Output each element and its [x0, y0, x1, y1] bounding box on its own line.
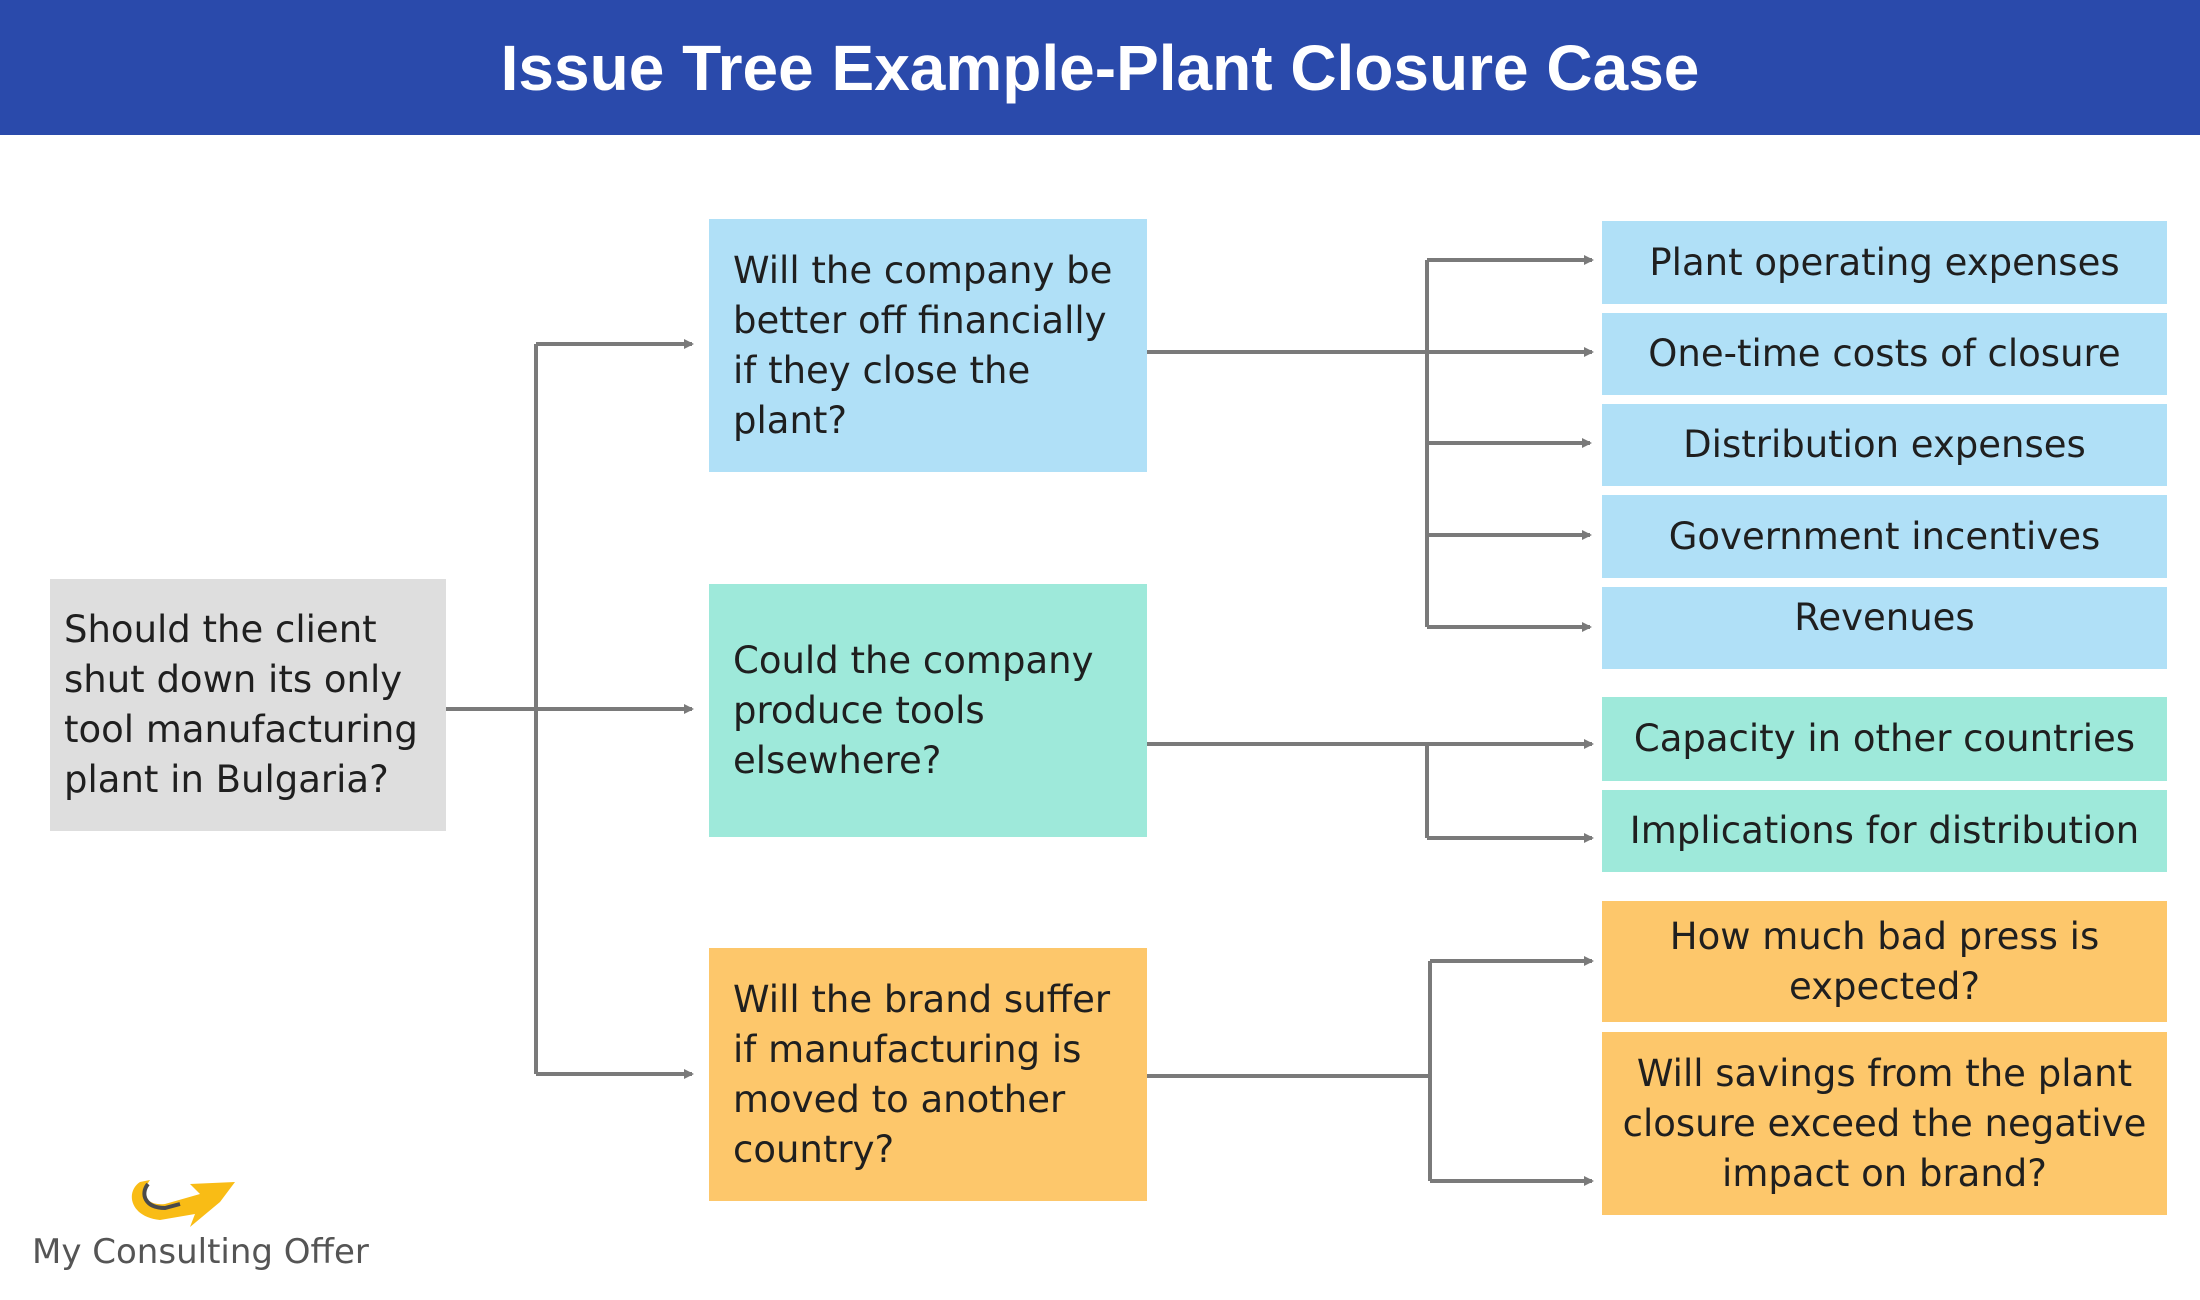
leaf-one-time-costs: One-time costs of closure — [1602, 313, 2167, 395]
leaf-government-incentives: Government incentives — [1602, 495, 2167, 578]
leaf-bad-press: How much bad press is expected? — [1602, 901, 2167, 1022]
leaf-distribution-expenses: Distribution expenses — [1602, 404, 2167, 486]
branch-brand: Will the brand suffer if manufacturing i… — [709, 948, 1147, 1201]
branch-financial: Will the company be better off financial… — [709, 219, 1147, 472]
leaf-savings-vs-brand: Will savings from the plant closure exce… — [1602, 1032, 2167, 1215]
root-question: Should the client shut down its only too… — [50, 579, 446, 831]
leaf-revenues: Revenues — [1602, 587, 2167, 669]
leaf-implications-distribution: Implications for distribution — [1602, 790, 2167, 872]
logo-text: My Consulting Offer — [32, 1232, 369, 1272]
branch-production: Could the company produce tools elsewher… — [709, 584, 1147, 837]
leaf-plant-operating-expenses: Plant operating expenses — [1602, 221, 2167, 304]
leaf-capacity-other-countries: Capacity in other countries — [1602, 697, 2167, 781]
